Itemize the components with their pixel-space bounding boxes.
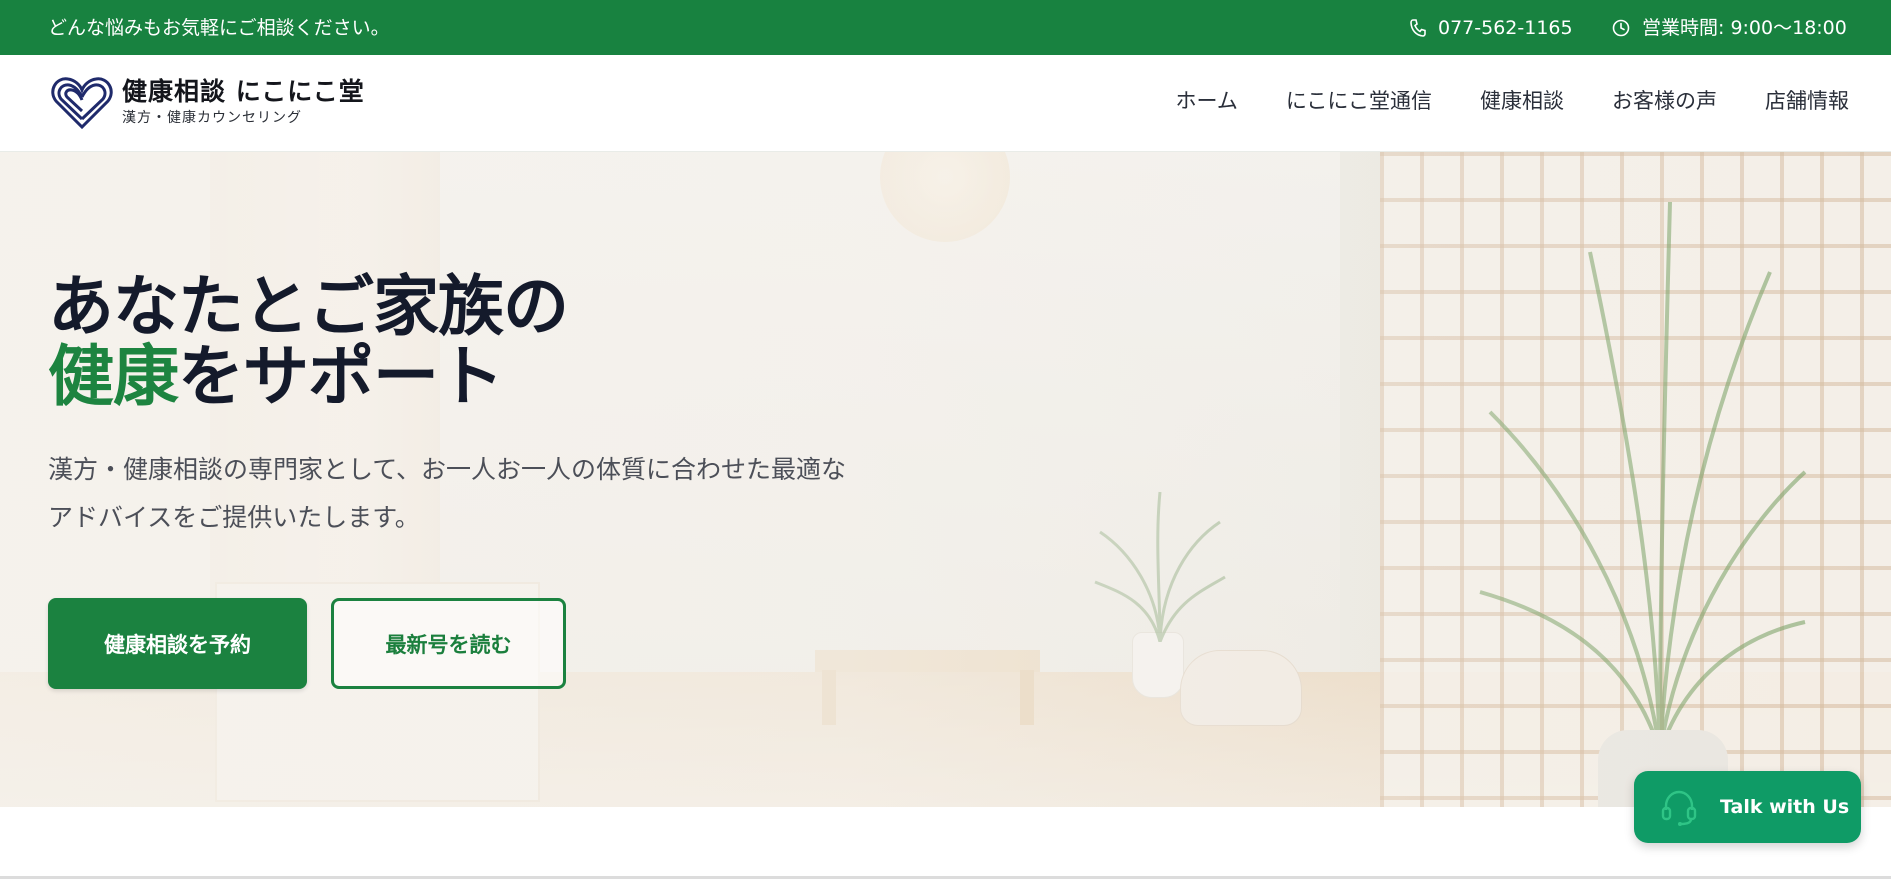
- chat-widget-label: Talk with Us: [1720, 796, 1850, 818]
- main-nav: ホーム にこにこ堂通信 健康相談 お客様の声 店舗情報: [1127, 87, 1849, 115]
- topbar-message: どんな悩みもお気軽にご相談ください。: [48, 17, 390, 39]
- nav-consultation[interactable]: 健康相談: [1480, 87, 1564, 115]
- business-hours: 営業時間: 9:00〜18:00: [1642, 17, 1847, 39]
- chat-widget-button[interactable]: Talk with Us: [1634, 771, 1861, 843]
- topbar-phone[interactable]: 077-562-1165: [1410, 16, 1573, 40]
- phone-icon: [1410, 19, 1426, 37]
- nav-store-info[interactable]: 店舗情報: [1765, 87, 1849, 115]
- hero-heading-line1: あなたとご家族の: [48, 268, 569, 345]
- hero-heading: あなたとご家族の 健康をサポート: [48, 272, 928, 412]
- hero-heading-accent: 健康: [48, 338, 179, 415]
- phone-number: 077-562-1165: [1438, 17, 1573, 39]
- clock-icon: [1612, 19, 1630, 37]
- topbar-hours: 営業時間: 9:00〜18:00: [1612, 16, 1847, 40]
- logo-title: 健康相談 にこにこ堂: [122, 77, 365, 106]
- site-header: 健康相談 にこにこ堂 漢方・健康カウンセリング ホーム にこにこ堂通信 健康相談…: [0, 55, 1891, 152]
- hero-description-line1: 漢方・健康相談の専門家として、お一人お一人の体質に合わせた最適な: [48, 455, 847, 484]
- hero-section: あなたとご家族の 健康をサポート 漢方・健康相談の専門家として、お一人お一人の体…: [0, 152, 1891, 807]
- heart-logo-icon: [51, 77, 113, 130]
- book-consultation-button[interactable]: 健康相談を予約: [48, 598, 307, 689]
- hero-description: 漢方・健康相談の専門家として、お一人お一人の体質に合わせた最適な アドバイスをご…: [48, 446, 928, 542]
- read-latest-issue-button[interactable]: 最新号を読む: [331, 598, 566, 689]
- nav-home[interactable]: ホーム: [1175, 87, 1237, 115]
- nav-testimonials[interactable]: お客様の声: [1612, 87, 1717, 115]
- headset-icon: [1661, 790, 1697, 826]
- site-logo[interactable]: 健康相談 にこにこ堂 漢方・健康カウンセリング: [50, 73, 365, 131]
- hero-description-line2: アドバイスをご提供いたします。: [48, 503, 420, 532]
- hero-content: あなたとご家族の 健康をサポート 漢方・健康相談の専門家として、お一人お一人の体…: [48, 272, 928, 542]
- top-info-bar: どんな悩みもお気軽にご相談ください。 077-562-1165 営業時間: 9:…: [0, 0, 1891, 55]
- nav-newsletter[interactable]: にこにこ堂通信: [1286, 87, 1432, 115]
- hero-cta-row: 健康相談を予約 最新号を読む: [48, 598, 566, 689]
- hero-heading-line2: をサポート: [178, 338, 504, 415]
- logo-subtitle: 漢方・健康カウンセリング: [122, 110, 302, 126]
